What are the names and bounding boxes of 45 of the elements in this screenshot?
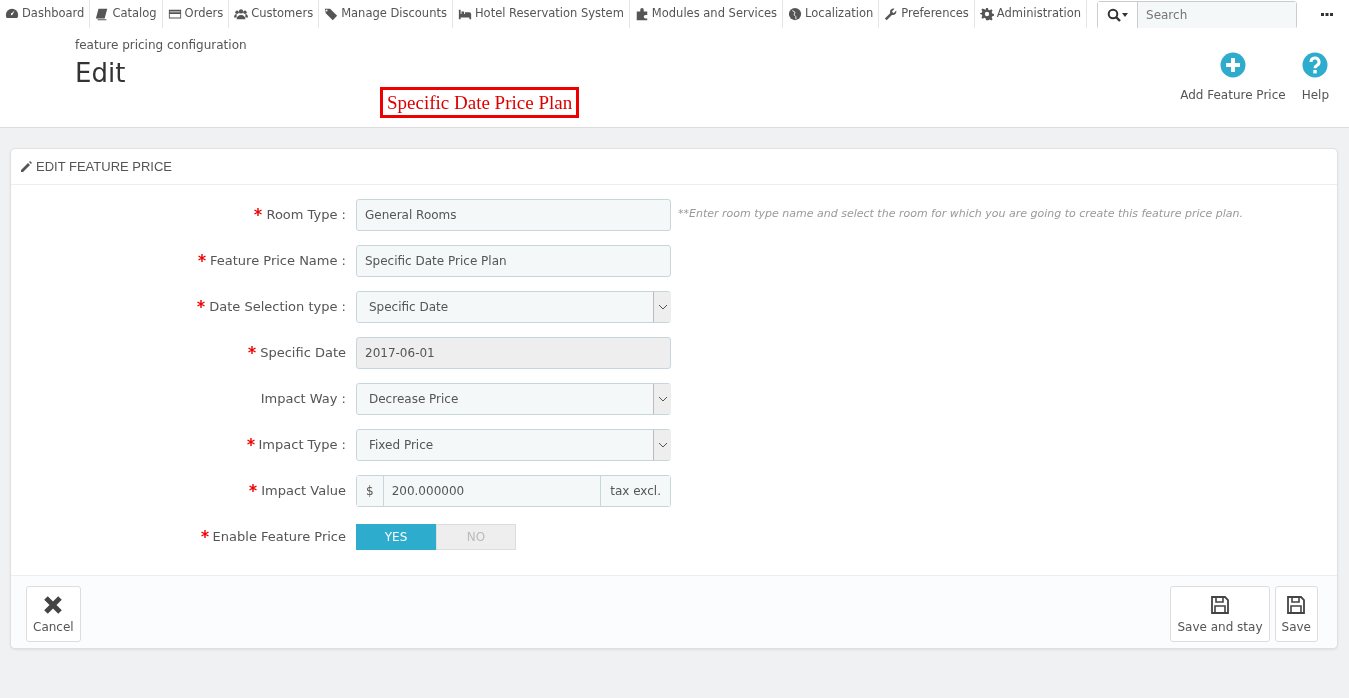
annotation-label: Specific Date Price Plan — [380, 87, 580, 118]
breadcrumb-text: feature pricing configuration — [75, 37, 247, 54]
search-icon — [1106, 8, 1129, 22]
wrench-icon — [884, 7, 899, 21]
plus-circle-icon — [1219, 52, 1246, 78]
caret-icon — [653, 429, 671, 460]
caret-icon — [653, 291, 671, 322]
save-button[interactable]: Save — [1274, 585, 1318, 642]
pencil-icon — [20, 160, 32, 173]
select-dropdown[interactable]: Specific Date — [356, 290, 671, 323]
field-label: Impact Value — [261, 482, 346, 498]
close-icon — [43, 594, 64, 615]
bed-icon — [457, 7, 472, 21]
panel-title: EDIT FEATURE PRICE — [36, 158, 173, 176]
tag-icon — [324, 7, 339, 21]
gear-icon — [979, 7, 994, 21]
users-icon — [234, 7, 249, 21]
help-icon — [1302, 52, 1329, 78]
help-button[interactable]: Help — [1301, 36, 1329, 127]
field-label: Date Selection type : — [209, 298, 346, 314]
caret-icon — [653, 383, 671, 414]
gauge-icon — [5, 7, 19, 21]
select-dropdown[interactable]: Decrease Price — [356, 382, 671, 415]
field-label: Specific Date — [260, 344, 346, 360]
search-dropdown-button[interactable] — [1098, 2, 1138, 28]
text-field[interactable]: Specific Date Price Plan — [356, 244, 671, 277]
field-label: Impact Way : — [260, 390, 346, 406]
hint-text: **Enter room type name and select the room for which you are going to create this feature price plan. — [678, 206, 1244, 223]
page-title: Edit — [75, 58, 127, 90]
save-button[interactable]: Save and stay — [1170, 585, 1270, 642]
field-label: Enable Feature Price — [212, 528, 346, 544]
text-field[interactable]: General Rooms — [356, 198, 671, 231]
puzzle-icon — [634, 7, 649, 21]
search-field[interactable]: Search — [1097, 1, 1297, 29]
amount-field[interactable]: 200.000000 — [382, 475, 602, 506]
globe-icon — [788, 7, 803, 21]
field-label: Feature Price Name : — [210, 252, 346, 268]
field-label: Impact Type : — [258, 436, 346, 452]
credit-card-icon — [167, 7, 182, 21]
select-dropdown[interactable]: Fixed Price — [356, 428, 671, 461]
field-label: Room Type : — [266, 206, 346, 222]
cancel-button[interactable]: Cancel — [26, 585, 81, 642]
add-button[interactable]: Add Feature Price — [1180, 36, 1286, 127]
book-icon — [95, 7, 110, 21]
text-field: 2017-06-01 — [356, 336, 671, 369]
